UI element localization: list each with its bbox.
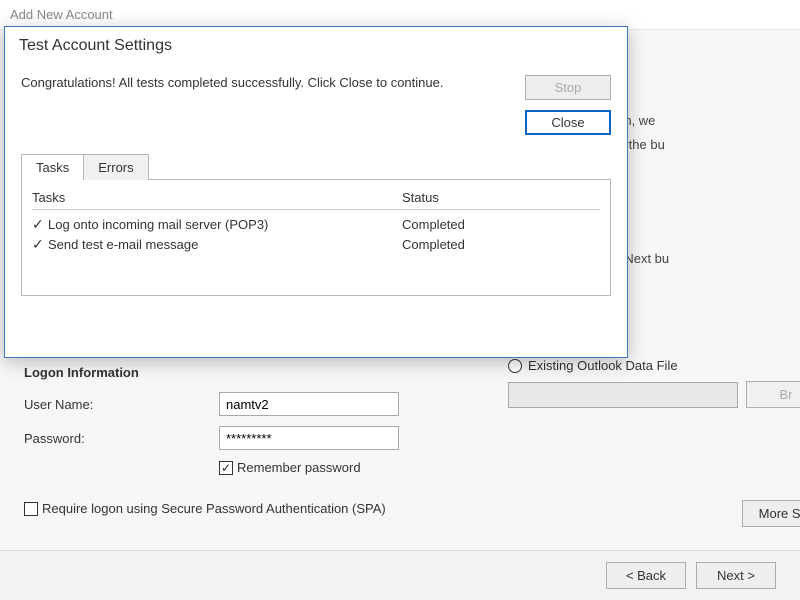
tab-tasks-label: Tasks xyxy=(36,160,69,175)
logon-information-block: Logon Information User Name: Password: R… xyxy=(24,365,494,516)
radio-option-2-label: Existing Outlook Data File xyxy=(528,358,678,373)
close-button[interactable]: Close xyxy=(525,110,611,135)
col-header-status: Status xyxy=(402,188,522,207)
tab-panel: Tasks Status ✓ Log onto incoming mail se… xyxy=(21,180,611,296)
status-cell: Completed xyxy=(402,217,522,232)
tab-area: Tasks Errors Tasks Status ✓ Log onto inc… xyxy=(21,153,611,296)
more-settings-label: More Sett xyxy=(759,506,800,521)
stop-button[interactable]: Stop xyxy=(525,75,611,100)
tab-errors[interactable]: Errors xyxy=(83,154,148,180)
browse-button[interactable]: Br xyxy=(746,381,800,408)
remember-password-checkbox[interactable] xyxy=(219,461,233,475)
password-input[interactable] xyxy=(219,426,399,450)
tab-errors-label: Errors xyxy=(98,160,133,175)
stop-button-label: Stop xyxy=(555,80,582,95)
check-icon: ✓ xyxy=(32,216,48,233)
check-icon: ✓ xyxy=(32,236,48,253)
data-file-path-input[interactable] xyxy=(508,382,738,408)
back-button[interactable]: < Back xyxy=(606,562,686,589)
close-button-label: Close xyxy=(551,115,584,130)
modal-title: Test Account Settings xyxy=(5,27,627,65)
password-label: Password: xyxy=(24,431,219,446)
remember-password-label: Remember password xyxy=(237,460,361,475)
table-row: ✓ Log onto incoming mail server (POP3) C… xyxy=(32,216,600,233)
tab-tasks[interactable]: Tasks xyxy=(21,154,84,180)
test-account-settings-dialog: Test Account Settings Congratulations! A… xyxy=(4,26,628,358)
radio-icon xyxy=(508,359,522,373)
more-settings-button[interactable]: More Sett xyxy=(742,500,800,527)
username-input[interactable] xyxy=(219,392,399,416)
wizard-footer: < Back Next > xyxy=(0,550,800,600)
spa-label: Require logon using Secure Password Auth… xyxy=(42,501,386,516)
next-button-label: Next > xyxy=(717,568,755,583)
browse-button-label: Br xyxy=(780,387,793,402)
spa-checkbox[interactable] xyxy=(24,502,38,516)
table-row: ✓ Send test e-mail message Completed xyxy=(32,236,600,253)
task-cell: Send test e-mail message xyxy=(48,237,402,252)
radio-row-existing-file[interactable]: Existing Outlook Data File xyxy=(508,358,800,373)
username-label: User Name: xyxy=(24,397,219,412)
status-cell: Completed xyxy=(402,237,522,252)
task-cell: Log onto incoming mail server (POP3) xyxy=(48,217,402,232)
next-button[interactable]: Next > xyxy=(696,562,776,589)
col-header-tasks: Tasks xyxy=(32,188,402,207)
modal-message: Congratulations! All tests completed suc… xyxy=(21,75,495,90)
bg-window-title: Add New Account xyxy=(10,7,113,22)
logon-section-label: Logon Information xyxy=(24,365,494,380)
back-button-label: < Back xyxy=(626,568,666,583)
